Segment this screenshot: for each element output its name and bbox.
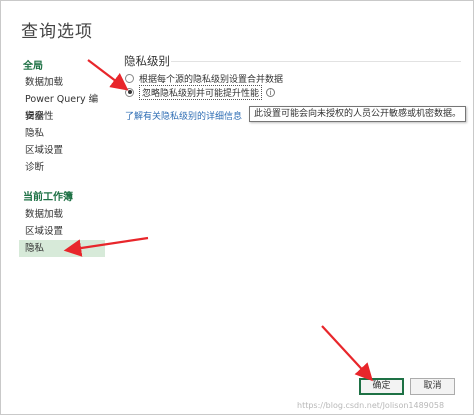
- ok-button[interactable]: 确定: [359, 378, 404, 395]
- sidebar-item-privacy[interactable]: 隐私: [19, 125, 105, 142]
- heading-divider: [171, 61, 461, 62]
- dialog-title: 查询选项: [21, 22, 93, 42]
- privacy-warning-tooltip: 此设置可能会向未授权的人员公开敏感或机密数据。: [249, 106, 467, 122]
- radio-option-combine[interactable]: 根据每个源的隐私级别设置合并数据: [125, 71, 283, 85]
- radio-combine-label: 根据每个源的隐私级别设置合并数据: [139, 74, 284, 85]
- sidebar-item-security[interactable]: 安全性: [19, 108, 105, 125]
- radio-ignore-circle[interactable]: [125, 87, 134, 97]
- radio-ignore-label: 忽略隐私级别并可能提升性能: [139, 84, 263, 100]
- radio-combine-circle[interactable]: [125, 73, 134, 83]
- sidebar-item-regional-settings[interactable]: 区域设置: [19, 142, 105, 159]
- sidebar-item-workbook-regional-settings[interactable]: 区域设置: [19, 223, 105, 240]
- info-icon[interactable]: i: [266, 87, 276, 97]
- sidebar-item-diagnostics[interactable]: 诊断: [19, 159, 105, 176]
- privacy-heading: 隐私级别: [124, 54, 170, 68]
- watermark: https://blog.csdn.net/Jolison1489058: [297, 401, 445, 410]
- learn-more-link[interactable]: 了解有关隐私级别的详细信息: [125, 109, 242, 122]
- radio-option-ignore[interactable]: 忽略隐私级别并可能提升性能 i: [125, 84, 276, 100]
- query-options-dialog: 查询选项 全局 数据加载 Power Query 编辑器 安全性 隐私 区域设置…: [0, 0, 474, 415]
- sidebar-heading-global: 全局: [23, 61, 43, 72]
- sidebar-item-workbook-privacy[interactable]: 隐私: [19, 240, 105, 257]
- sidebar-item-power-query-editor[interactable]: Power Query 编辑器: [19, 91, 105, 122]
- sidebar-item-data-load[interactable]: 数据加载: [19, 74, 105, 91]
- sidebar-item-workbook-data-load[interactable]: 数据加载: [19, 206, 105, 223]
- sidebar-heading-current-workbook: 当前工作簿: [23, 192, 73, 203]
- cancel-button[interactable]: 取消: [410, 378, 455, 395]
